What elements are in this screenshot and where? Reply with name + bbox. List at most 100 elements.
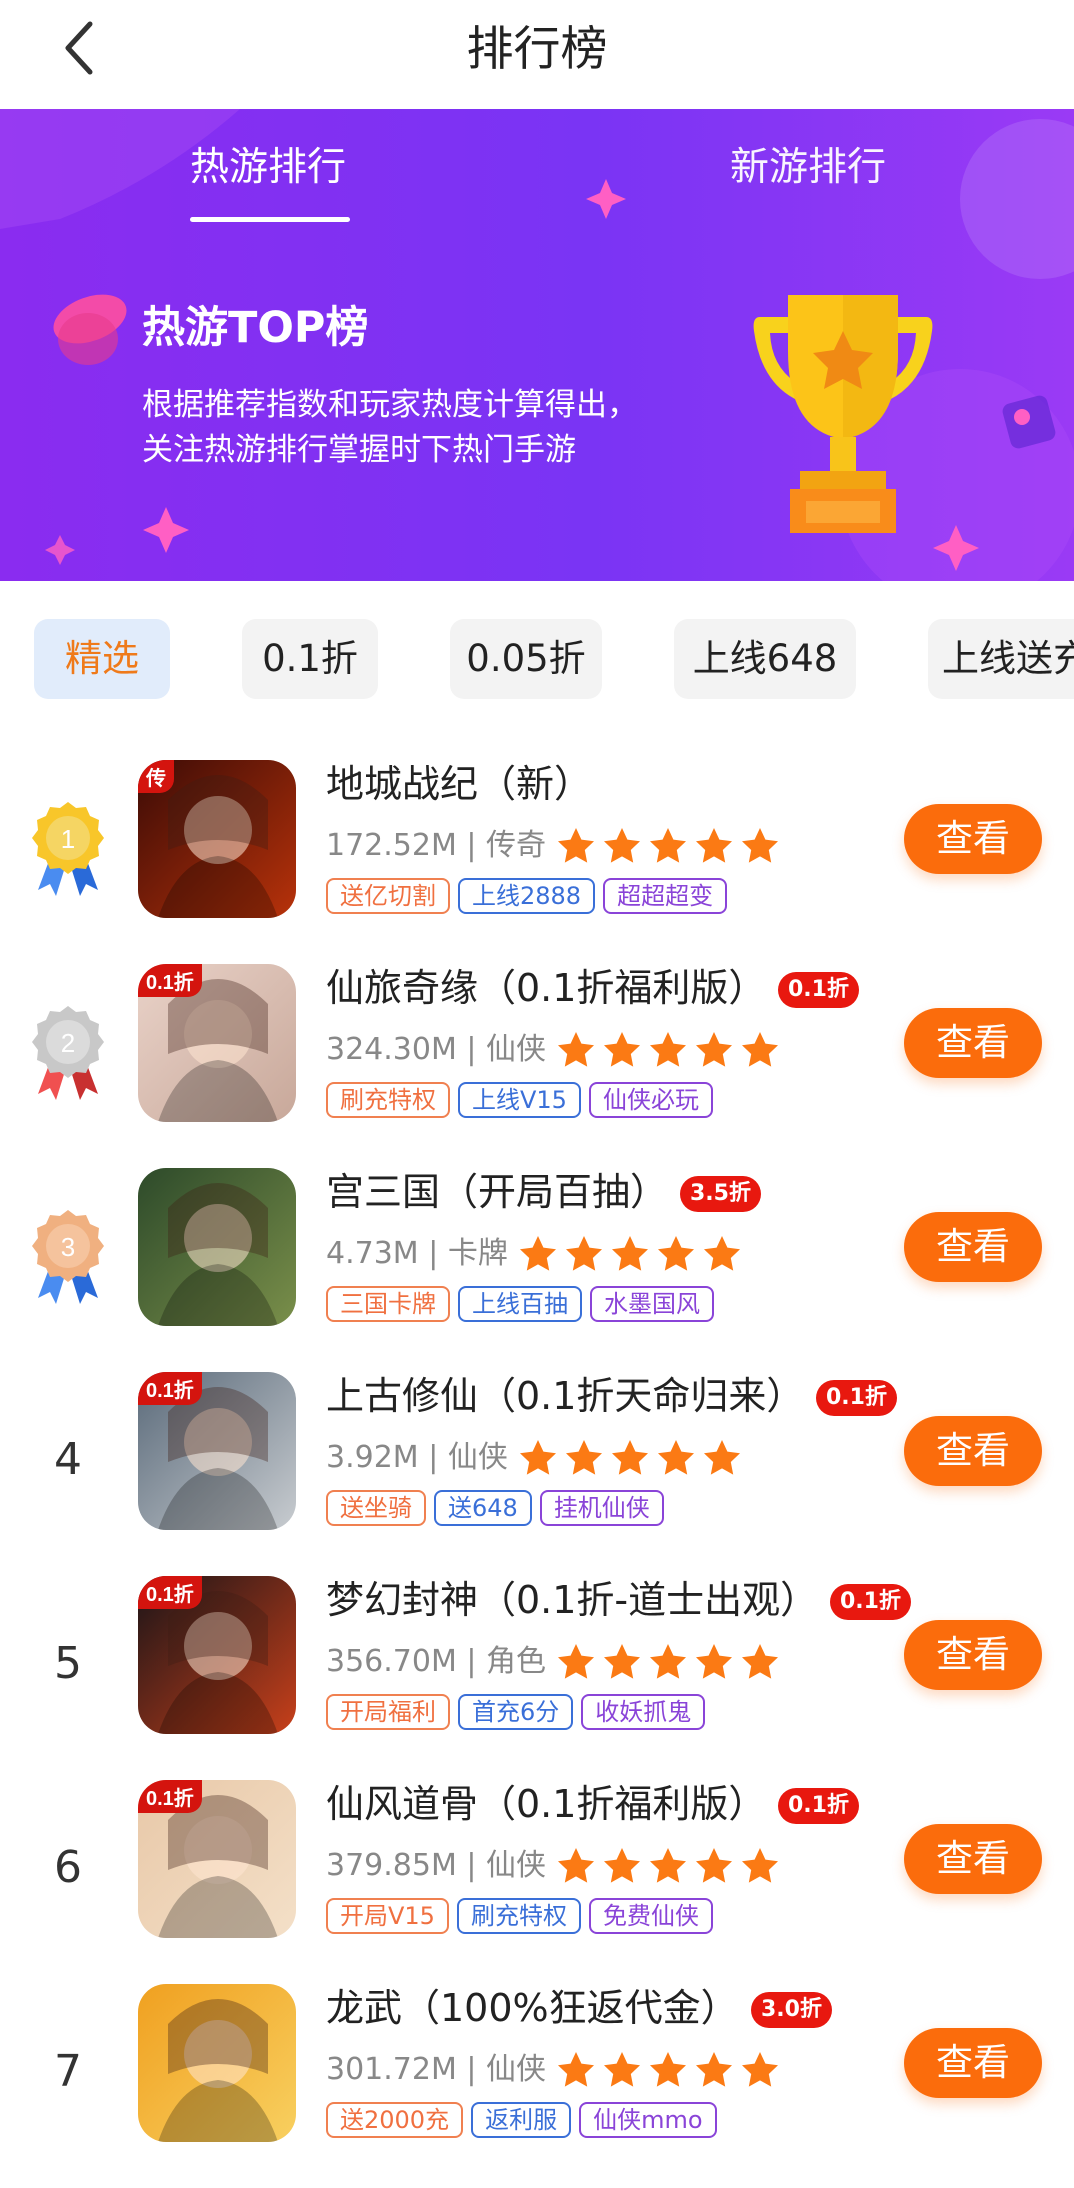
game-row[interactable]: 2 0.1折 仙旅奇缘（0.1折福利版） 0.1折 324.30M | 仙侠刷充特权 上线… <box>0 964 1074 1168</box>
game-icon[interactable] <box>138 1168 296 1326</box>
trophy-icon <box>753 295 933 533</box>
game-tag: 仙侠mmo <box>579 2102 717 2138</box>
view-button[interactable]: 查看 <box>904 1008 1042 1078</box>
game-meta: 379.85M | 仙侠 <box>326 1848 547 1883</box>
game-name[interactable]: 梦幻封神（0.1折-道士出观） <box>326 1574 818 1626</box>
game-genre: 仙侠 <box>486 2052 547 2087</box>
star-icon <box>650 828 686 863</box>
game-tag: 上线V15 <box>458 1082 581 1118</box>
tab-hot-games[interactable]: 热游排行 <box>190 143 346 193</box>
view-button[interactable]: 查看 <box>904 1212 1042 1282</box>
rank-number: 4 <box>54 1434 82 1485</box>
game-tags: 送2000充 返利服 仙侠mmo <box>326 2102 717 2138</box>
game-icon[interactable]: 0.1折 <box>138 1372 296 1530</box>
game-genre: 仙侠 <box>447 1440 508 1475</box>
game-genre: 角色 <box>486 1644 547 1679</box>
filter-chip-0.1[interactable]: 0.1折 <box>242 619 378 699</box>
star-icon <box>742 2052 778 2087</box>
rank-medal-number: 2 <box>61 1028 75 1058</box>
rating-stars <box>556 826 780 866</box>
star-icon <box>558 828 594 863</box>
star-icon <box>604 828 640 863</box>
game-name[interactable]: 龙武（100%狂返代金） <box>326 1982 739 2034</box>
filter-chip-gift[interactable]: 上线送充 <box>928 619 1074 699</box>
star-icon <box>704 1440 740 1475</box>
game-name[interactable]: 仙风道骨（0.1折福利版） <box>326 1778 766 1830</box>
star-icon <box>558 1644 594 1679</box>
game-name[interactable]: 地城战纪（新） <box>326 758 592 810</box>
game-row[interactable]: 7 龙武（100%狂返代金） 3.0折 301.72M | 仙侠 送2000充 返利服 仙侠… <box>0 1984 1074 2188</box>
game-tags: 三国卡牌 上线百抽 水墨国风 <box>326 1286 714 1322</box>
game-size: 324.30M <box>326 1032 457 1067</box>
star-icon <box>696 1644 732 1679</box>
game-row[interactable]: 3 宫三国（开局百抽） 3.5折 4.73M | 卡牌 三国卡牌 上线百抽 水墨国风 查看 <box>0 1168 1074 1372</box>
game-name[interactable]: 仙旅奇缘（0.1折福利版） <box>326 962 766 1014</box>
rating-stars <box>518 1438 742 1478</box>
game-row[interactable]: 1 传 地城战纪（新） 172.52M | 传奇 送亿切割 上线2888 超超超变 查看 <box>0 760 1074 964</box>
rank-number: 6 <box>54 1842 82 1893</box>
game-genre: 仙侠 <box>486 1848 547 1883</box>
banner-title: 热游TOP榜 <box>142 303 369 353</box>
game-tag: 免费仙侠 <box>588 1898 713 1934</box>
game-tag: 返利服 <box>471 2102 572 2138</box>
filter-chip-648[interactable]: 上线648 <box>674 619 856 699</box>
star-icon <box>558 1032 594 1067</box>
banner-description-line: 根据推荐指数和玩家热度计算得出， <box>142 387 638 423</box>
view-button[interactable]: 查看 <box>904 804 1042 874</box>
game-row[interactable]: 5 0.1折 梦幻封神（0.1折-道士出观） 0.1折 356.70M | 角色 开局福利… <box>0 1576 1074 1780</box>
game-icon[interactable]: 0.1折 <box>138 1576 296 1734</box>
tab-new-games[interactable]: 新游排行 <box>730 143 886 193</box>
game-tags: 送坐骑 送648 挂机仙侠 <box>326 1490 664 1526</box>
star-icon <box>742 828 778 863</box>
game-row[interactable]: 6 0.1折 仙风道骨（0.1折福利版） 0.1折 379.85M | 仙侠 开局V15 刷… <box>0 1780 1074 1984</box>
view-button[interactable]: 查看 <box>904 1416 1042 1486</box>
star-icon <box>696 1848 732 1883</box>
game-tag: 送648 <box>434 1490 532 1526</box>
banner-description-line: 关注热游排行掌握时下热门手游 <box>142 432 576 468</box>
rank-medal-icon: 2 <box>32 1006 104 1100</box>
rank-medal-icon: 3 <box>32 1210 104 1304</box>
filter-chip-0.05[interactable]: 0.05折 <box>450 619 602 699</box>
game-icon[interactable]: 0.1折 <box>138 1780 296 1938</box>
game-icon-badge: 传 <box>138 760 174 793</box>
rating-stars <box>556 1030 780 1070</box>
discount-badge: 3.5折 <box>680 1176 761 1212</box>
view-button[interactable]: 查看 <box>904 1824 1042 1894</box>
game-tag: 三国卡牌 <box>326 1286 450 1322</box>
discount-badge: 0.1折 <box>778 972 859 1008</box>
filter-chip-bar: 精选 0.1折 0.05折 上线648 上线送充 <box>0 581 1074 721</box>
discount-badge: 3.0折 <box>751 1992 832 2028</box>
rank-number: 5 <box>54 1638 82 1689</box>
star-icon <box>742 1032 778 1067</box>
star-icon <box>604 2052 640 2087</box>
view-button[interactable]: 查看 <box>904 1620 1042 1690</box>
game-size: 4.73M <box>326 1236 419 1271</box>
star-icon <box>696 1032 732 1067</box>
discount-badge: 0.1折 <box>816 1380 897 1416</box>
game-genre: 卡牌 <box>447 1236 508 1271</box>
page-title: 排行榜 <box>466 22 608 77</box>
game-name[interactable]: 宫三国（开局百抽） <box>326 1166 668 1218</box>
game-name[interactable]: 上古修仙（0.1折天命归来） <box>326 1370 804 1422</box>
game-icon[interactable]: 传 <box>138 760 296 918</box>
game-tag: 超超超变 <box>603 878 728 914</box>
game-tag: 开局福利 <box>326 1694 450 1730</box>
game-row[interactable]: 4 0.1折 上古修仙（0.1折天命归来） 0.1折 3.92M | 仙侠 送坐骑 送648… <box>0 1372 1074 1576</box>
star-icon <box>704 1236 740 1271</box>
filter-chip-featured[interactable]: 精选 <box>34 619 170 699</box>
game-meta: 301.72M | 仙侠 <box>326 2052 547 2087</box>
game-genre: 传奇 <box>486 828 547 863</box>
game-tags: 开局福利 首充6分 收妖抓鬼 <box>326 1694 706 1730</box>
game-icon[interactable]: 0.1折 <box>138 964 296 1122</box>
star-icon <box>696 2052 732 2087</box>
game-icon[interactable] <box>138 1984 296 2142</box>
game-art <box>158 1183 278 1326</box>
game-tag: 送亿切割 <box>326 878 450 914</box>
rating-stars <box>556 2050 780 2090</box>
game-tags: 刷充特权 上线V15 仙侠必玩 <box>326 1082 713 1118</box>
game-tag: 送2000充 <box>326 2102 464 2138</box>
star-icon <box>520 1440 556 1475</box>
game-meta: 324.30M | 仙侠 <box>326 1032 547 1067</box>
game-icon-badge: 0.1折 <box>138 1780 202 1813</box>
view-button[interactable]: 查看 <box>904 2028 1042 2098</box>
